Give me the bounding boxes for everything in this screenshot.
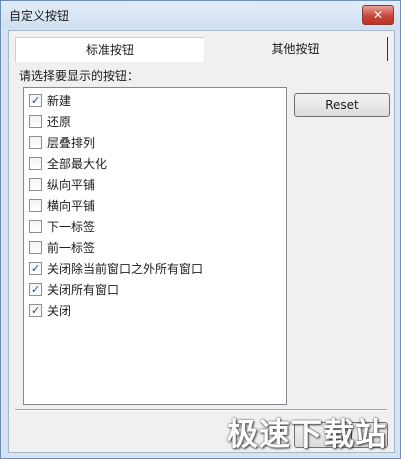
checklist-item-tile-horizontal[interactable]: 横向平铺: [29, 197, 95, 215]
checklist-item-close-all[interactable]: ✓ 关闭所有窗口: [29, 281, 119, 299]
checklist-item-new[interactable]: ✓ 新建: [29, 92, 71, 110]
checkbox[interactable]: [29, 199, 42, 212]
checklist-item-label: 前一标签: [47, 241, 96, 255]
dialog-window: 自定义按钮 ✕ 标准按钮 其他按钮 请选择要显示的按钮： ✓ 新建 还原 层叠排列: [0, 0, 401, 459]
checklist-item-label: 关闭所有窗口: [47, 283, 120, 297]
checklist-item-label: 层叠排列: [47, 136, 96, 150]
checkbox[interactable]: ✓: [29, 283, 42, 296]
checklist-item-tile-vertical[interactable]: 纵向平铺: [29, 176, 95, 194]
checklist-item-maximize-all[interactable]: 全部最大化: [29, 155, 107, 173]
button-checklist[interactable]: ✓ 新建 还原 层叠排列 全部最大化 纵向平铺 横向平铺 下一标签 前一标签 ✓…: [23, 87, 287, 405]
reset-button[interactable]: Reset: [294, 93, 390, 117]
checklist-item-previous-tab[interactable]: 前一标签: [29, 239, 95, 257]
checklist-item-label: 关闭除当前窗口之外所有窗口: [47, 262, 204, 276]
checkbox[interactable]: ✓: [29, 262, 42, 275]
dialog-client-area: 标准按钮 其他按钮 请选择要显示的按钮： ✓ 新建 还原 层叠排列 全部最大化: [8, 30, 395, 453]
close-icon: ✕: [372, 8, 384, 22]
checklist-item-label: 关闭: [47, 304, 72, 318]
title-bar[interactable]: 自定义按钮 ✕: [1, 1, 400, 29]
checkbox[interactable]: [29, 115, 42, 128]
checklist-item-label: 还原: [47, 115, 72, 129]
checkbox[interactable]: ✓: [29, 304, 42, 317]
checkmark-icon: ✓: [31, 283, 41, 296]
checklist-item-next-tab[interactable]: 下一标签: [29, 218, 95, 236]
checklist-item-close[interactable]: ✓ 关闭: [29, 302, 71, 320]
checklist-item-cascade[interactable]: 层叠排列: [29, 134, 95, 152]
checklist-item-label: 全部最大化: [47, 157, 108, 171]
checklist-item-label: 新建: [47, 94, 72, 108]
checkmark-icon: ✓: [31, 262, 41, 275]
checklist-item-restore[interactable]: 还原: [29, 113, 71, 131]
checkbox[interactable]: [29, 157, 42, 170]
checklist-item-label: 下一标签: [47, 220, 96, 234]
checkbox[interactable]: [29, 241, 42, 254]
checklist-item-label: 横向平铺: [47, 199, 96, 213]
checklist-item-close-others[interactable]: ✓ 关闭除当前窗口之外所有窗口: [29, 260, 203, 278]
window-close-button[interactable]: ✕: [362, 5, 394, 25]
checklist-item-label: 纵向平铺: [47, 178, 96, 192]
tab-other-buttons[interactable]: 其他按钮: [204, 37, 388, 61]
tab-panel: 请选择要显示的按钮： ✓ 新建 还原 层叠排列 全部最大化 纵向平铺 横向平铺 …: [15, 62, 390, 412]
list-prompt-label: 请选择要显示的按钮：: [19, 69, 140, 83]
checkbox[interactable]: ✓: [29, 94, 42, 107]
checkmark-icon: ✓: [31, 94, 41, 107]
checkbox[interactable]: [29, 220, 42, 233]
tab-strip: 标准按钮 其他按钮: [15, 37, 388, 63]
window-title: 自定义按钮: [9, 9, 70, 23]
tab-standard-buttons[interactable]: 标准按钮: [15, 37, 205, 63]
checkbox[interactable]: [29, 178, 42, 191]
checkbox[interactable]: [29, 136, 42, 149]
watermark-logo: 极速下载站: [227, 417, 387, 453]
checkmark-icon: ✓: [31, 304, 41, 317]
